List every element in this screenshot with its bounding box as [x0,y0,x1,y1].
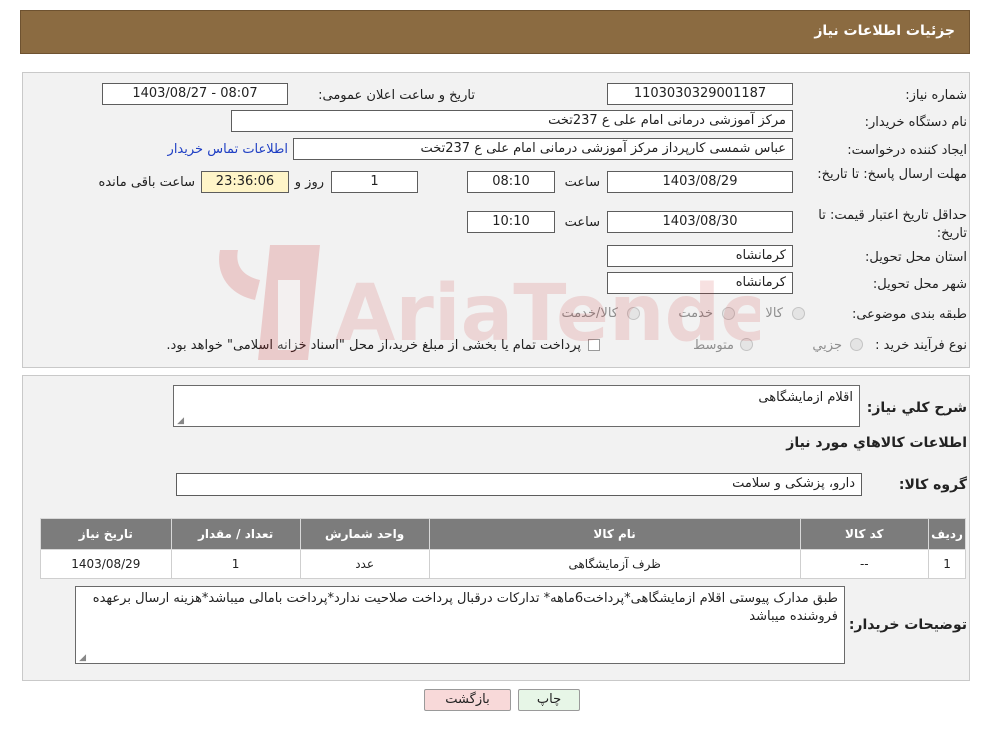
goods-group-label: گروه کالا: [898,477,967,493]
cell-qty: 1 [170,549,301,579]
goods-table-header: ردیف کد کالا نام کالا واحد شمارش تعداد /… [40,518,966,550]
province-field: کرمانشاه [607,245,793,267]
cell-name: ظرف آزمایشگاهی [428,549,801,579]
category-service-label: خدمت [678,306,713,321]
validity-label: حداقل تاریخ اعتبار قیمت: تا تاریخ: [818,208,967,241]
deadline-time-field: 08:10 [467,171,555,193]
col-unit: واحد شمارش [299,518,430,550]
buyer-org-label: نام دستگاه خریدار: [864,115,967,130]
validity-time-label: ساعت [564,215,600,230]
cell-code: -- [799,549,930,579]
page-header: جزئیات اطلاعات نیاز [20,10,970,54]
category-label: طبقه بندی موضوعی: [851,307,967,322]
buyer-notes-value: طبق مدارک پیوستی اقلام ازمایشگاهی*پرداخت… [92,591,838,624]
col-code: کد کالا [799,518,930,550]
treasury-checkbox[interactable] [588,339,600,351]
summary-label: شرح کلي نياز: [866,400,967,416]
print-button[interactable]: چاپ [518,689,580,711]
deadline-label: مهلت ارسال پاسخ: تا تاریخ: [817,167,967,182]
goods-group-field: دارو، پزشکی و سلامت [176,473,862,496]
category-goods-radio[interactable] [792,307,805,320]
table-row: 1 -- ظرف آزمایشگاهی عدد 1 1403/08/29 [40,549,966,579]
page-title: جزئیات اطلاعات نیاز [814,23,955,39]
deadline-time-label: ساعت [564,175,600,190]
category-goods-label: کالا [765,306,783,321]
buyer-org-field: مرکز آموزشی درمانی امام علی ع 237تخت [231,110,793,132]
resize-grip-icon[interactable]: ◢ [78,654,86,663]
resize-grip-icon[interactable]: ◢ [176,417,184,426]
days-label: روز و [294,175,324,190]
summary-textarea[interactable]: اقلام ازمایشگاهی ◢ [173,385,860,427]
buyer-notes-textarea[interactable]: طبق مدارک پیوستی اقلام ازمایشگاهی*پرداخت… [75,586,845,664]
purchase-type-label: نوع فرآیند خرید : [875,338,967,353]
city-field: کرمانشاه [607,272,793,294]
need-number-label: شماره نیاز: [905,88,967,103]
cell-row: 1 [928,549,966,579]
city-label: شهر محل تحویل: [872,277,967,292]
validity-time-field: 10:10 [467,211,555,233]
category-service-radio[interactable] [722,307,735,320]
purchase-minor-label: جزیي [812,338,842,353]
col-row: ردیف [928,518,966,550]
goods-info-title: اطلاعات کالاهاي مورد نياز [786,435,967,451]
col-qty: تعداد / مقدار [170,518,301,550]
purchase-note: پرداخت تمام یا بخشی از مبلغ خرید،از محل … [166,338,581,353]
announce-datetime-label: تاریخ و ساعت اعلان عمومی: [318,88,475,103]
category-goods-service-radio[interactable] [627,307,640,320]
remaining-time-label: ساعت باقی مانده [98,175,195,190]
requester-field: عباس شمسی کارپرداز مرکز آموزشی درمانی ام… [293,138,793,160]
need-number-field: 1103030329001187 [607,83,793,105]
validity-date-field: 1403/08/30 [607,211,793,233]
buyer-contact-link[interactable]: اطلاعات تماس خریدار [168,142,288,157]
announce-datetime-field: 1403/08/27 - 08:07 [102,83,288,105]
cell-date: 1403/08/29 [40,549,172,579]
summary-value: اقلام ازمایشگاهی [758,390,853,405]
purchase-medium-label: متوسط [693,338,734,353]
purchase-medium-radio[interactable] [740,338,753,351]
back-button[interactable]: بازگشت [424,689,511,711]
cell-unit: عدد [299,549,430,579]
remaining-time-field: 23:36:06 [201,171,289,193]
requester-label: ایجاد کننده درخواست: [847,143,967,158]
goods-table: ردیف کد کالا نام کالا واحد شمارش تعداد /… [40,518,966,579]
col-date: تاریخ نیاز [40,518,172,550]
days-field: 1 [331,171,418,193]
category-goods-service-label: کالا/خدمت [561,306,618,321]
buyer-notes-label: توضیحات خریدار: [848,617,967,633]
col-name: نام کالا [428,518,801,550]
purchase-minor-radio[interactable] [850,338,863,351]
province-label: استان محل تحویل: [865,250,967,265]
deadline-date-field: 1403/08/29 [607,171,793,193]
